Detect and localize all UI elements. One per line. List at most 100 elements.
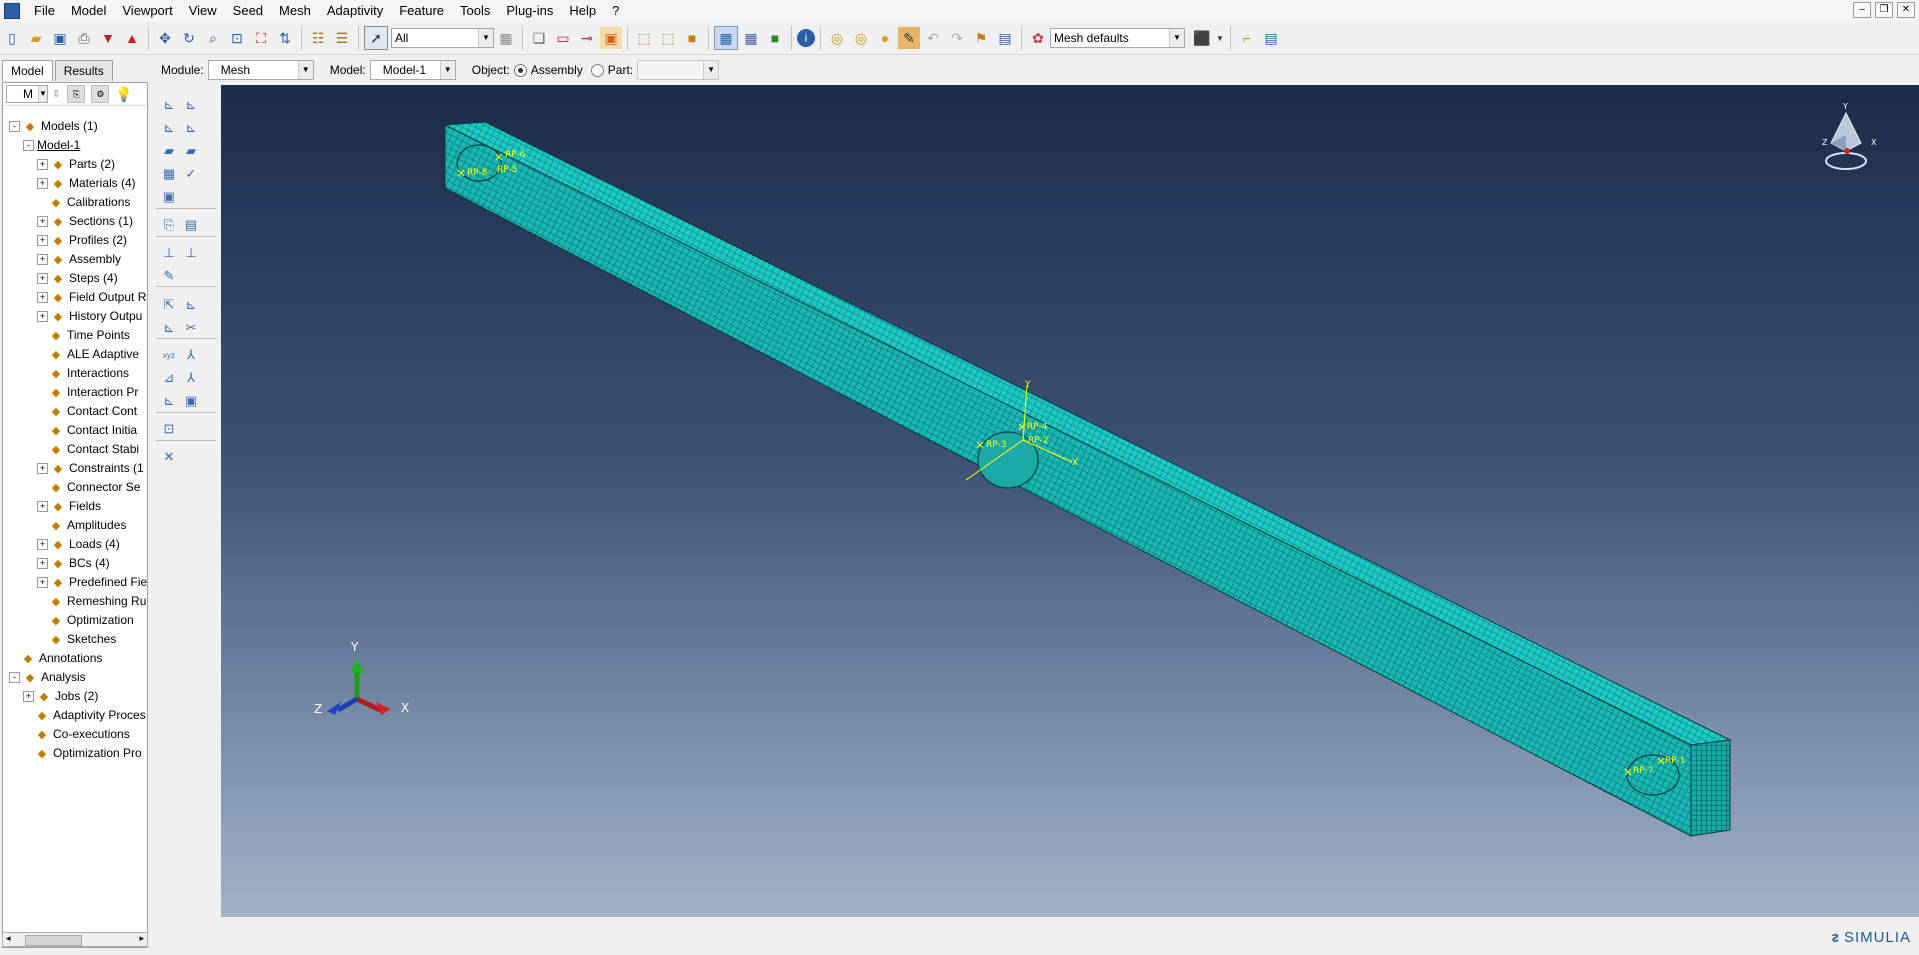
adjust-mesh-icon[interactable]: ⊾ xyxy=(180,294,202,316)
delete-seeds-icon[interactable]: ⊾ xyxy=(180,117,202,139)
tree-item[interactable]: + ◆ History Outpu xyxy=(37,307,142,325)
print-icon[interactable]: ⎙ xyxy=(73,27,95,49)
context-help-icon[interactable]: ? xyxy=(604,0,627,22)
tree-item[interactable]: + ◆ Loads (4) xyxy=(37,535,120,553)
replace-icon[interactable]: ❏ xyxy=(528,27,550,49)
expand-toggle-icon[interactable]: + xyxy=(37,310,48,322)
datum-csys-icon[interactable]: ⅄ xyxy=(180,367,202,389)
menu-seed[interactable]: Seed xyxy=(225,0,271,22)
tree-item[interactable]: + ◆ Steps (4) xyxy=(37,269,118,287)
tree-item[interactable]: + ◆ Sections (1) xyxy=(37,212,133,230)
app-icon[interactable] xyxy=(4,3,20,19)
menu-mesh[interactable]: Mesh xyxy=(271,0,319,22)
tree-item[interactable]: ◆ Connector Se xyxy=(37,478,141,496)
expand-toggle-icon[interactable]: + xyxy=(37,158,48,170)
tree-item[interactable]: + ◆ Predefined Fie xyxy=(37,573,147,591)
expand-toggle-icon[interactable]: + xyxy=(37,291,48,303)
selection-filter-select[interactable]: All ▼ xyxy=(391,28,494,48)
datum-plane-icon[interactable]: ⊿ xyxy=(158,367,180,389)
tree-item[interactable]: ◆ Optimization xyxy=(37,611,134,629)
datum-point-icon[interactable]: xyz xyxy=(158,344,180,366)
expand-toggle-icon[interactable]: + xyxy=(37,177,48,189)
part-instance-icon[interactable]: ⌐ xyxy=(1236,27,1258,49)
wireframe-icon[interactable]: ⬚ xyxy=(633,27,655,49)
expand-toggle-icon[interactable]: + xyxy=(37,462,48,474)
tree-item[interactable]: - Model-1 xyxy=(23,136,80,154)
tree-item[interactable]: ◆ Interaction Pr xyxy=(37,383,139,401)
expand-toggle-icon[interactable]: - xyxy=(23,139,34,151)
view-cube[interactable]: Y X Z xyxy=(1822,102,1877,170)
tab-model[interactable]: Model xyxy=(2,60,53,81)
menu-tools[interactable]: Tools xyxy=(452,0,498,22)
scroll-left-icon[interactable]: ◂ xyxy=(6,933,11,944)
expand-toggle-icon[interactable]: + xyxy=(37,234,48,246)
menu-file[interactable]: File xyxy=(26,0,63,22)
create-mesh-part-icon[interactable]: ⎘ xyxy=(158,214,180,236)
tree-selector[interactable]: M ▼ xyxy=(6,85,48,103)
rotate-icon[interactable]: ↻ xyxy=(178,27,200,49)
show-all-icon[interactable]: ▣ xyxy=(600,27,622,49)
mesh-region-icon[interactable]: ▰ xyxy=(180,140,202,162)
tree-item[interactable]: ◆ Amplitudes xyxy=(37,516,127,534)
menu-model[interactable]: Model xyxy=(63,0,114,22)
virtual-topology-icon[interactable]: ✎ xyxy=(158,265,180,287)
repair-mesh-icon[interactable]: ⊾ xyxy=(158,317,180,339)
expand-toggle-icon[interactable]: - xyxy=(9,671,20,683)
redo-icon[interactable]: ↷ xyxy=(946,27,968,49)
box-select-icon[interactable]: ▭ xyxy=(552,27,574,49)
intersect-icon[interactable]: ◎ xyxy=(850,27,872,49)
expand-toggle-icon[interactable]: + xyxy=(37,557,48,569)
display-group-icon[interactable]: ⚑ xyxy=(970,27,992,49)
expand-toggle-icon[interactable]: + xyxy=(37,253,48,265)
mesh-controls-icon[interactable]: ▦ xyxy=(158,163,180,185)
tree-item[interactable]: ◆ Remeshing Ru xyxy=(37,592,147,610)
filter-icon[interactable]: ⚙ xyxy=(91,85,110,103)
expand-toggle-icon[interactable]: + xyxy=(37,500,48,512)
union-icon[interactable]: ◎ xyxy=(826,27,848,49)
mesh-shaded-icon[interactable]: ■ xyxy=(764,27,786,49)
element-type-icon[interactable]: ✓ xyxy=(180,163,202,185)
select-edit-icon[interactable]: ⇱ xyxy=(158,294,180,316)
tree-item[interactable]: ◆ Calibrations xyxy=(37,193,131,211)
mesh-part-icon[interactable]: ▰ xyxy=(158,140,180,162)
tree-item[interactable]: ◆ Contact Stabi xyxy=(37,440,139,458)
lightbulb-icon[interactable]: 💡 xyxy=(115,86,132,103)
tree-item[interactable]: + ◆ Field Output R xyxy=(37,288,146,306)
save-icon[interactable]: ▣ xyxy=(49,27,71,49)
pick-tool-icon[interactable]: ✎ xyxy=(898,27,920,49)
move-updown-icon[interactable]: ⇕ xyxy=(52,89,60,100)
tree-item[interactable]: - ◆ Analysis xyxy=(9,668,86,686)
import-icon[interactable]: ▼ xyxy=(97,27,119,49)
info-icon[interactable]: i xyxy=(797,29,815,47)
close-icon[interactable]: ✕ xyxy=(1897,2,1915,18)
tree-item[interactable]: ◆ Time Points xyxy=(37,326,130,344)
mesh-render-icon[interactable]: ▦ xyxy=(714,26,738,50)
cycle-views-icon[interactable]: ⇅ xyxy=(274,27,296,49)
copy-icon[interactable]: ⎘ xyxy=(67,85,86,103)
expand-toggle-icon[interactable]: + xyxy=(37,272,48,284)
part-radio[interactable] xyxy=(590,63,604,77)
query-ladder-icon[interactable]: ☷ xyxy=(307,27,329,49)
model-select[interactable]: Model-1 ▼ xyxy=(369,60,456,80)
auto-fit-icon[interactable]: ⛶ xyxy=(250,27,272,49)
module-window-icon[interactable]: ▤ xyxy=(1260,27,1282,49)
tree-item[interactable]: + ◆ Jobs (2) xyxy=(23,687,98,705)
tools-icon[interactable]: ✕ xyxy=(158,446,180,468)
mesh-edges-icon[interactable]: ▦ xyxy=(740,27,762,49)
feature-icon[interactable]: ⊡ xyxy=(158,418,180,440)
select-arrow-icon[interactable]: ➚ xyxy=(364,26,388,50)
restore-icon[interactable]: ❐ xyxy=(1875,2,1893,18)
partition-icon[interactable]: ⊥ xyxy=(180,242,202,264)
bias-seed-icon[interactable]: ⊾ xyxy=(158,117,180,139)
menu-viewport[interactable]: Viewport xyxy=(114,0,180,22)
tree-item[interactable]: - ◆ Models (1) xyxy=(9,117,98,135)
tree-item[interactable]: + ◆ BCs (4) xyxy=(37,554,110,572)
datum-axis-icon[interactable]: ⅄ xyxy=(180,344,202,366)
hidden-line-icon[interactable]: ⬚ xyxy=(657,27,679,49)
assign-stack-icon[interactable]: ⊾ xyxy=(158,390,180,412)
tree-item[interactable]: ◆ Interactions xyxy=(37,364,129,382)
assign-orientation-icon[interactable]: ▣ xyxy=(180,390,202,412)
menu-adaptivity[interactable]: Adaptivity xyxy=(319,0,391,22)
open-file-icon[interactable]: ▰ xyxy=(25,27,47,49)
zoom-icon[interactable]: ⌕ xyxy=(202,27,224,49)
